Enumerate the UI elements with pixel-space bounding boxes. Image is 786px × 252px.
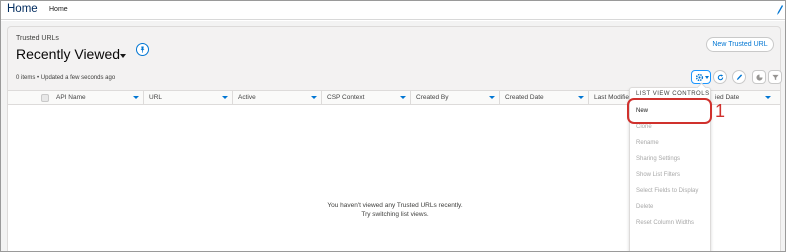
column-header-label: URL: [149, 94, 163, 101]
menu-item-select-fields[interactable]: Select Fields to Display: [636, 188, 698, 194]
filter-button[interactable]: [768, 70, 782, 84]
menu-item-reset-column-widths[interactable]: Reset Column Widths: [636, 220, 694, 226]
refresh-button[interactable]: [713, 70, 727, 84]
chevron-down-icon[interactable]: [489, 96, 495, 99]
chevron-down-icon[interactable]: [311, 96, 317, 99]
annotation-callout-number: 1: [715, 101, 726, 121]
column-header-api-name[interactable]: API Name: [51, 91, 144, 104]
column-header-label: CSP Context: [327, 94, 365, 101]
menu-item-rename[interactable]: Rename: [636, 140, 659, 146]
column-header-label: ied Date: [715, 94, 740, 101]
chevron-down-icon[interactable]: [120, 54, 126, 58]
new-trusted-url-button[interactable]: New Trusted URL: [706, 37, 774, 52]
menu-item-sharing-settings[interactable]: Sharing Settings: [636, 156, 680, 162]
pencil-icon: [736, 74, 743, 81]
menu-item-clone[interactable]: Clone: [636, 124, 652, 130]
menu-header: LIST VIEW CONTROLS: [636, 91, 710, 97]
menu-item-delete[interactable]: Delete: [636, 204, 653, 210]
column-header-created-by[interactable]: Created By: [411, 91, 500, 104]
nav-tab-home[interactable]: Home: [49, 6, 68, 13]
column-header-label: Created By: [416, 94, 449, 101]
chevron-down-icon: [705, 76, 709, 79]
menu-item-show-list-filters[interactable]: Show List Filters: [636, 172, 680, 178]
annotation-highlight: [627, 98, 712, 124]
column-header-label: API Name: [56, 94, 86, 101]
pin-icon: [140, 46, 145, 53]
chevron-down-icon[interactable]: [133, 96, 139, 99]
list-view-title[interactable]: Recently Viewed: [16, 46, 120, 62]
gear-icon: [695, 73, 704, 82]
column-header-created-date[interactable]: Created Date: [500, 91, 589, 104]
chart-button[interactable]: [752, 70, 766, 84]
refresh-icon: [717, 74, 724, 81]
object-label: Trusted URLs: [16, 35, 59, 42]
column-header-label: Active: [238, 94, 256, 101]
pencil-icon[interactable]: [776, 4, 784, 16]
filter-icon: [772, 74, 779, 81]
chart-icon: [756, 74, 763, 81]
column-header-label: Created Date: [505, 94, 544, 101]
column-header-label: Last Modified: [594, 94, 633, 101]
chevron-down-icon[interactable]: [400, 96, 406, 99]
column-header-url[interactable]: URL: [144, 91, 233, 104]
list-status: 0 items • Updated a few seconds ago: [16, 75, 116, 81]
chevron-down-icon[interactable]: [765, 96, 771, 99]
column-header-active[interactable]: Active: [233, 91, 322, 104]
select-all-checkbox[interactable]: [41, 94, 49, 102]
app-title: Home: [7, 3, 38, 15]
inline-edit-button[interactable]: [732, 70, 746, 84]
column-header-csp-context[interactable]: CSP Context: [322, 91, 411, 104]
app-window: Home Home Trusted URLs Recently Viewed N…: [0, 0, 786, 252]
pin-button[interactable]: [136, 43, 149, 56]
chevron-down-icon[interactable]: [578, 96, 584, 99]
chevron-down-icon[interactable]: [222, 96, 228, 99]
top-nav-bar: Home Home: [1, 1, 785, 20]
